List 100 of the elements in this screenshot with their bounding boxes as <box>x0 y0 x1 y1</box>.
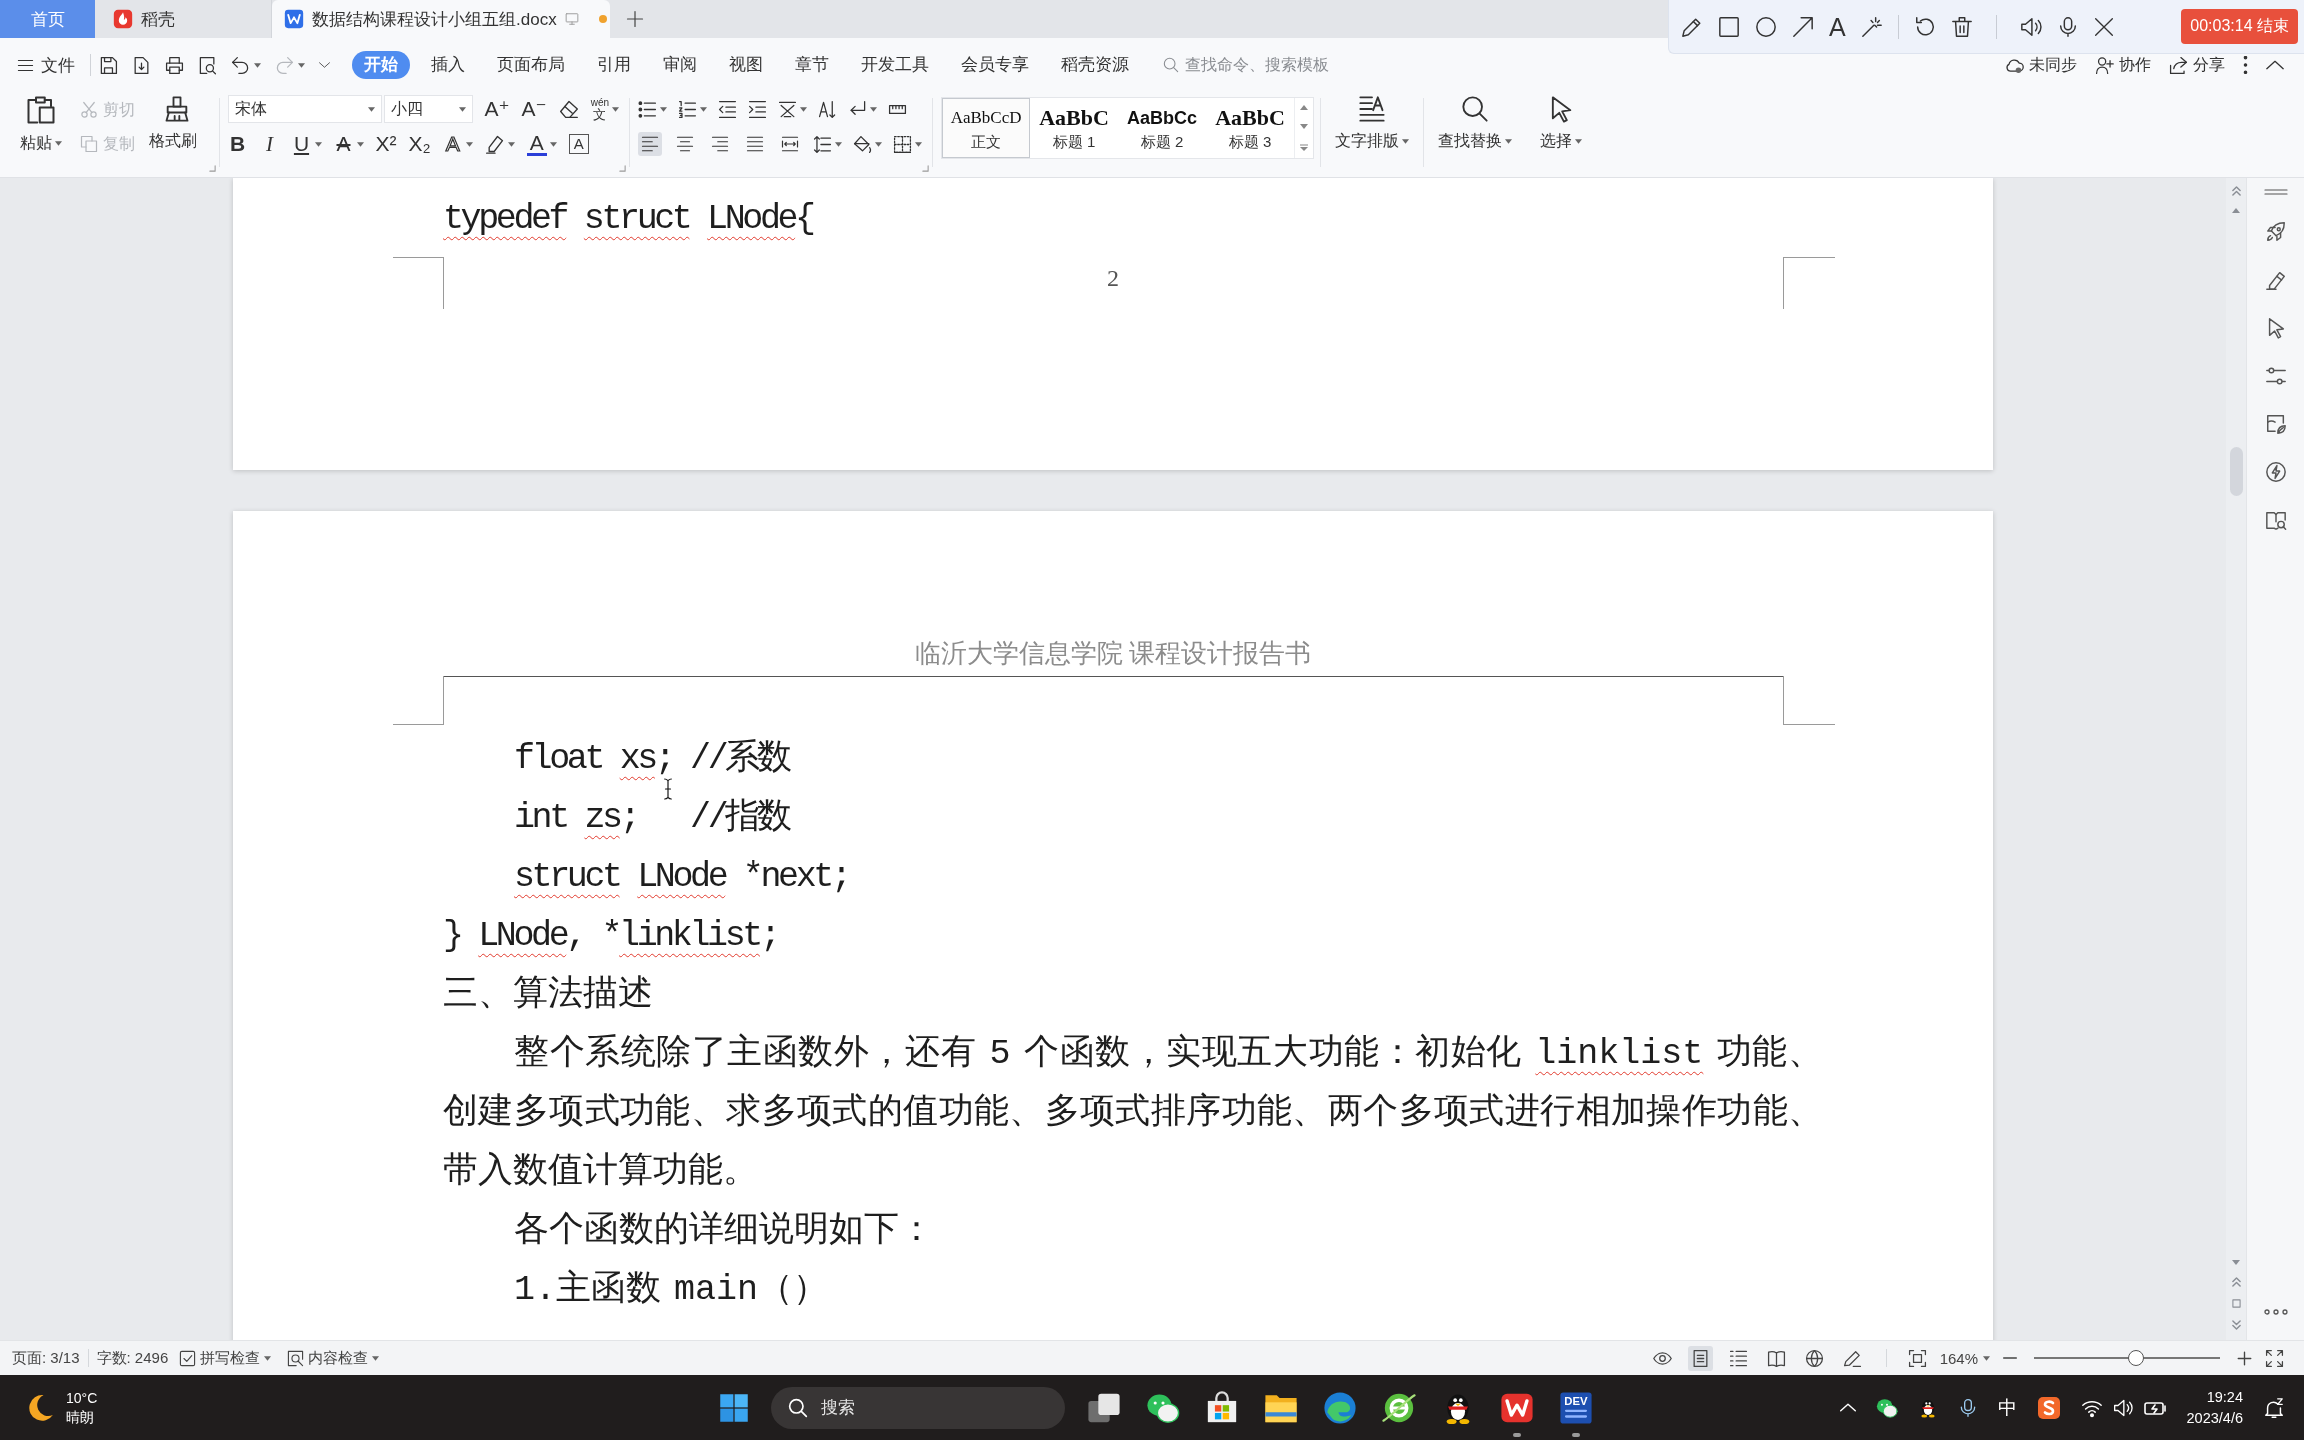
increase-indent-icon[interactable] <box>748 99 768 119</box>
ribbon-tab[interactable]: 章节 <box>779 51 845 79</box>
caret-icon[interactable] <box>835 141 843 147</box>
font-name-field[interactable]: 宋体 <box>227 95 382 123</box>
scroll-up-icon[interactable] <box>2232 208 2240 213</box>
spell-check-button[interactable]: 拼写检查 <box>174 1345 277 1371</box>
ribbon-tab[interactable]: 页面布局 <box>481 51 581 79</box>
caret-icon[interactable] <box>507 141 515 147</box>
caret-icon[interactable] <box>915 141 923 147</box>
vertical-scrollbar[interactable] <box>2226 178 2246 1340</box>
decrease-indent-icon[interactable] <box>718 99 738 119</box>
chat-bubbles-icon[interactable] <box>1875 1396 1898 1419</box>
text-layout-button[interactable]: 文字排版 <box>1331 92 1414 151</box>
speaker-icon[interactable] <box>2112 1397 2133 1418</box>
character-border-button[interactable]: A <box>568 134 589 154</box>
customize-caret-icon[interactable] <box>319 62 330 68</box>
style-option[interactable]: AaBbC 标题 3 <box>1206 98 1295 158</box>
eraser-icon[interactable] <box>558 99 579 119</box>
image-leaf-icon[interactable] <box>2264 413 2287 435</box>
style-option[interactable]: AaBbCc 标题 2 <box>1118 98 1207 158</box>
zoom-level-dropdown[interactable]: 164% <box>1939 1349 1990 1367</box>
ribbon-tab[interactable]: 稻壳资源 <box>1045 51 1145 79</box>
subscript-button[interactable]: X₂ <box>408 132 431 156</box>
paste-button[interactable]: 粘贴 <box>16 92 66 153</box>
chevron-up-icon[interactable] <box>1839 1403 1856 1412</box>
italic-button[interactable]: I <box>259 132 280 156</box>
fullscreen-icon[interactable] <box>2265 1348 2284 1368</box>
caret-icon[interactable] <box>314 141 322 147</box>
print-preview-icon[interactable] <box>198 55 217 75</box>
rectangle-icon[interactable] <box>1718 15 1740 38</box>
save-icon[interactable] <box>99 55 118 75</box>
style-option[interactable]: AaBbC 标题 1 <box>1030 98 1119 158</box>
collaborate-button[interactable]: 协作 <box>2095 54 2151 76</box>
arrow-icon[interactable] <box>1792 15 1814 38</box>
zoom-in-icon[interactable] <box>2237 1350 2252 1366</box>
double-chevron-up-icon[interactable] <box>2231 186 2241 196</box>
collapse-icon[interactable] <box>2266 60 2284 70</box>
shrink-font-button[interactable]: A⁻ <box>521 97 547 121</box>
ribbon-tab[interactable]: 开发工具 <box>845 51 945 79</box>
content-check-button[interactable]: 内容检查 <box>282 1345 385 1371</box>
book-search-icon[interactable] <box>2264 509 2287 531</box>
previous-page-icon[interactable] <box>2231 1277 2241 1287</box>
borders-icon[interactable] <box>893 134 913 154</box>
align-left-icon[interactable] <box>638 132 663 156</box>
caret-icon[interactable] <box>549 141 557 147</box>
sync-button[interactable]: 未同步 <box>2005 54 2077 76</box>
grow-font-button[interactable]: A⁺ <box>484 97 510 121</box>
caret-icon[interactable] <box>298 62 305 68</box>
close-icon[interactable] <box>2093 16 2114 37</box>
rocket-icon[interactable] <box>2264 221 2287 243</box>
ribbon-tab[interactable]: 插入 <box>415 51 481 79</box>
font-size-field[interactable]: 小四 <box>383 95 473 123</box>
page-view-icon[interactable] <box>1687 1345 1713 1371</box>
taskbar-search-field[interactable]: 搜索 <box>770 1386 1065 1429</box>
file-menu[interactable]: 文件 <box>17 53 75 77</box>
lightning-icon[interactable] <box>2264 461 2287 483</box>
caret-icon[interactable] <box>800 106 808 112</box>
text-tool[interactable]: A <box>1829 13 1846 40</box>
caret-icon[interactable] <box>660 106 668 112</box>
more-icon[interactable] <box>2243 56 2248 74</box>
format-painter-button[interactable]: 格式刷 <box>145 92 209 151</box>
numbered-list-icon[interactable] <box>678 99 698 119</box>
fit-page-icon[interactable] <box>1907 1348 1927 1368</box>
next-page-icon[interactable] <box>2231 1320 2241 1330</box>
paint-bucket-icon[interactable] <box>853 134 873 154</box>
bulleted-list-icon[interactable] <box>638 99 658 119</box>
speaker-icon[interactable] <box>2019 15 2042 38</box>
share-button[interactable]: 分享 <box>2169 54 2225 76</box>
swirl-logo-icon[interactable] <box>1322 1390 1357 1425</box>
text-effect-button[interactable]: A <box>442 132 463 156</box>
hourglass-icon[interactable] <box>778 99 798 119</box>
bold-button[interactable]: B <box>227 132 248 156</box>
font-color-button[interactable]: A <box>526 132 547 156</box>
stop-recording-button[interactable]: 00:03:14 结束 <box>2181 9 2298 44</box>
more-icon[interactable] <box>2263 1309 2288 1315</box>
notification-icon[interactable] <box>2263 1396 2285 1419</box>
command-search-field[interactable]: 查找命令、搜索模板 <box>1185 56 1345 74</box>
clock-date[interactable]: 2023/4/6 <box>2186 1407 2243 1429</box>
zoom-slider-thumb[interactable] <box>2128 1350 2145 1366</box>
ribbon-tab[interactable]: 审阅 <box>647 51 713 79</box>
print-icon[interactable] <box>165 55 184 75</box>
scroll-up-icon[interactable] <box>1300 105 1309 111</box>
caret-icon[interactable] <box>465 141 473 147</box>
caret-icon[interactable] <box>612 106 620 112</box>
caret-icon[interactable] <box>356 141 364 147</box>
document-download-icon[interactable] <box>132 55 151 75</box>
tab[interactable]: 数据结构课程设计小组五组.docx <box>272 0 610 38</box>
circle-icon[interactable] <box>1755 15 1777 38</box>
sort-icon[interactable] <box>818 99 838 119</box>
strikethrough-button[interactable]: A <box>333 132 354 156</box>
line-spacing-icon[interactable] <box>813 134 833 154</box>
ribbon-tab[interactable]: 视图 <box>713 51 779 79</box>
sliders-icon[interactable] <box>2264 365 2287 387</box>
scroll-down-icon[interactable] <box>2232 1260 2240 1265</box>
caret-icon[interactable] <box>875 141 883 147</box>
s-logo-icon[interactable] <box>2036 1395 2061 1420</box>
undo-icon[interactable] <box>1913 15 1936 38</box>
caret-icon[interactable] <box>700 106 708 112</box>
caret-icon[interactable] <box>254 62 261 68</box>
find-replace-button[interactable]: 查找替换 <box>1434 92 1517 151</box>
